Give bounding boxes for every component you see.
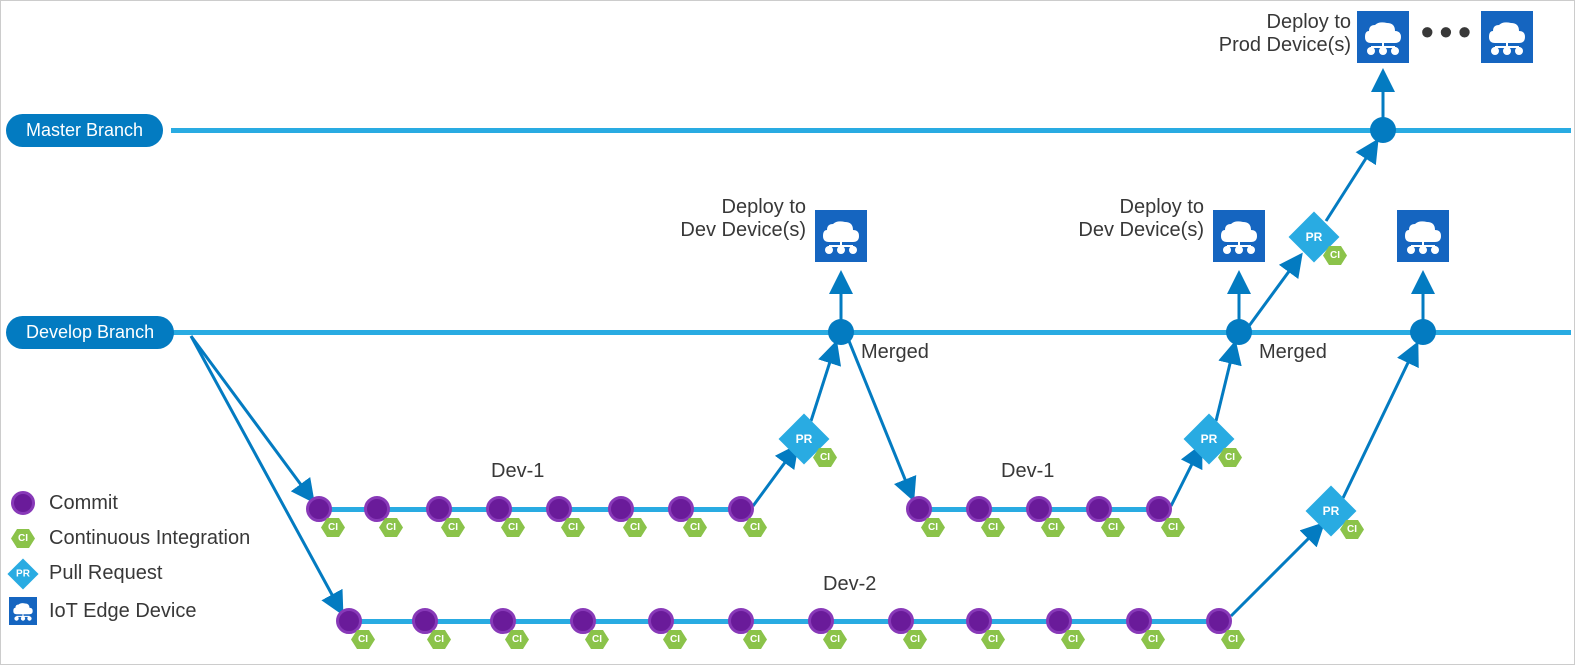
merged-label: Merged bbox=[1259, 341, 1327, 364]
dev1b-label: Dev-1 bbox=[1001, 460, 1054, 483]
legend-label: Pull Request bbox=[49, 562, 162, 585]
develop-branch-line bbox=[171, 330, 1571, 335]
iot-edge-device-icon bbox=[815, 210, 867, 262]
master-branch-label: Master Branch bbox=[6, 114, 163, 147]
legend-label: Continuous Integration bbox=[49, 527, 250, 550]
legend: Commit CI Continuous Integration PR Pull… bbox=[7, 491, 250, 637]
deploy-prod-label: Deploy to Prod Device(s) bbox=[1191, 11, 1351, 57]
iot-edge-device-icon bbox=[1213, 210, 1265, 262]
merged-label: Merged bbox=[861, 341, 929, 364]
deploy-dev-label: Deploy to Dev Device(s) bbox=[656, 196, 806, 242]
merge-node bbox=[1226, 319, 1252, 345]
merge-node bbox=[1410, 319, 1436, 345]
legend-commit: Commit bbox=[7, 491, 250, 515]
ellipsis-icon: • • • bbox=[1421, 11, 1469, 53]
merge-node bbox=[828, 319, 854, 345]
legend-label: IoT Edge Device bbox=[49, 600, 197, 623]
merge-node bbox=[1370, 117, 1396, 143]
dev2-label: Dev-2 bbox=[823, 573, 876, 596]
develop-branch-label: Develop Branch bbox=[6, 316, 174, 349]
dev1a-label: Dev-1 bbox=[491, 460, 544, 483]
legend-iot: IoT Edge Device bbox=[7, 597, 250, 625]
iot-edge-device-icon bbox=[1481, 11, 1533, 63]
legend-ci: CI Continuous Integration bbox=[7, 527, 250, 550]
master-branch-line bbox=[171, 128, 1571, 133]
dev2-line bbox=[349, 619, 1231, 624]
iot-edge-device-icon bbox=[1357, 11, 1409, 63]
legend-label: Commit bbox=[49, 492, 118, 515]
iot-edge-device-icon bbox=[1397, 210, 1449, 262]
legend-pr: PR Pull Request bbox=[7, 562, 250, 585]
deploy-dev-label: Deploy to Dev Device(s) bbox=[1054, 196, 1204, 242]
